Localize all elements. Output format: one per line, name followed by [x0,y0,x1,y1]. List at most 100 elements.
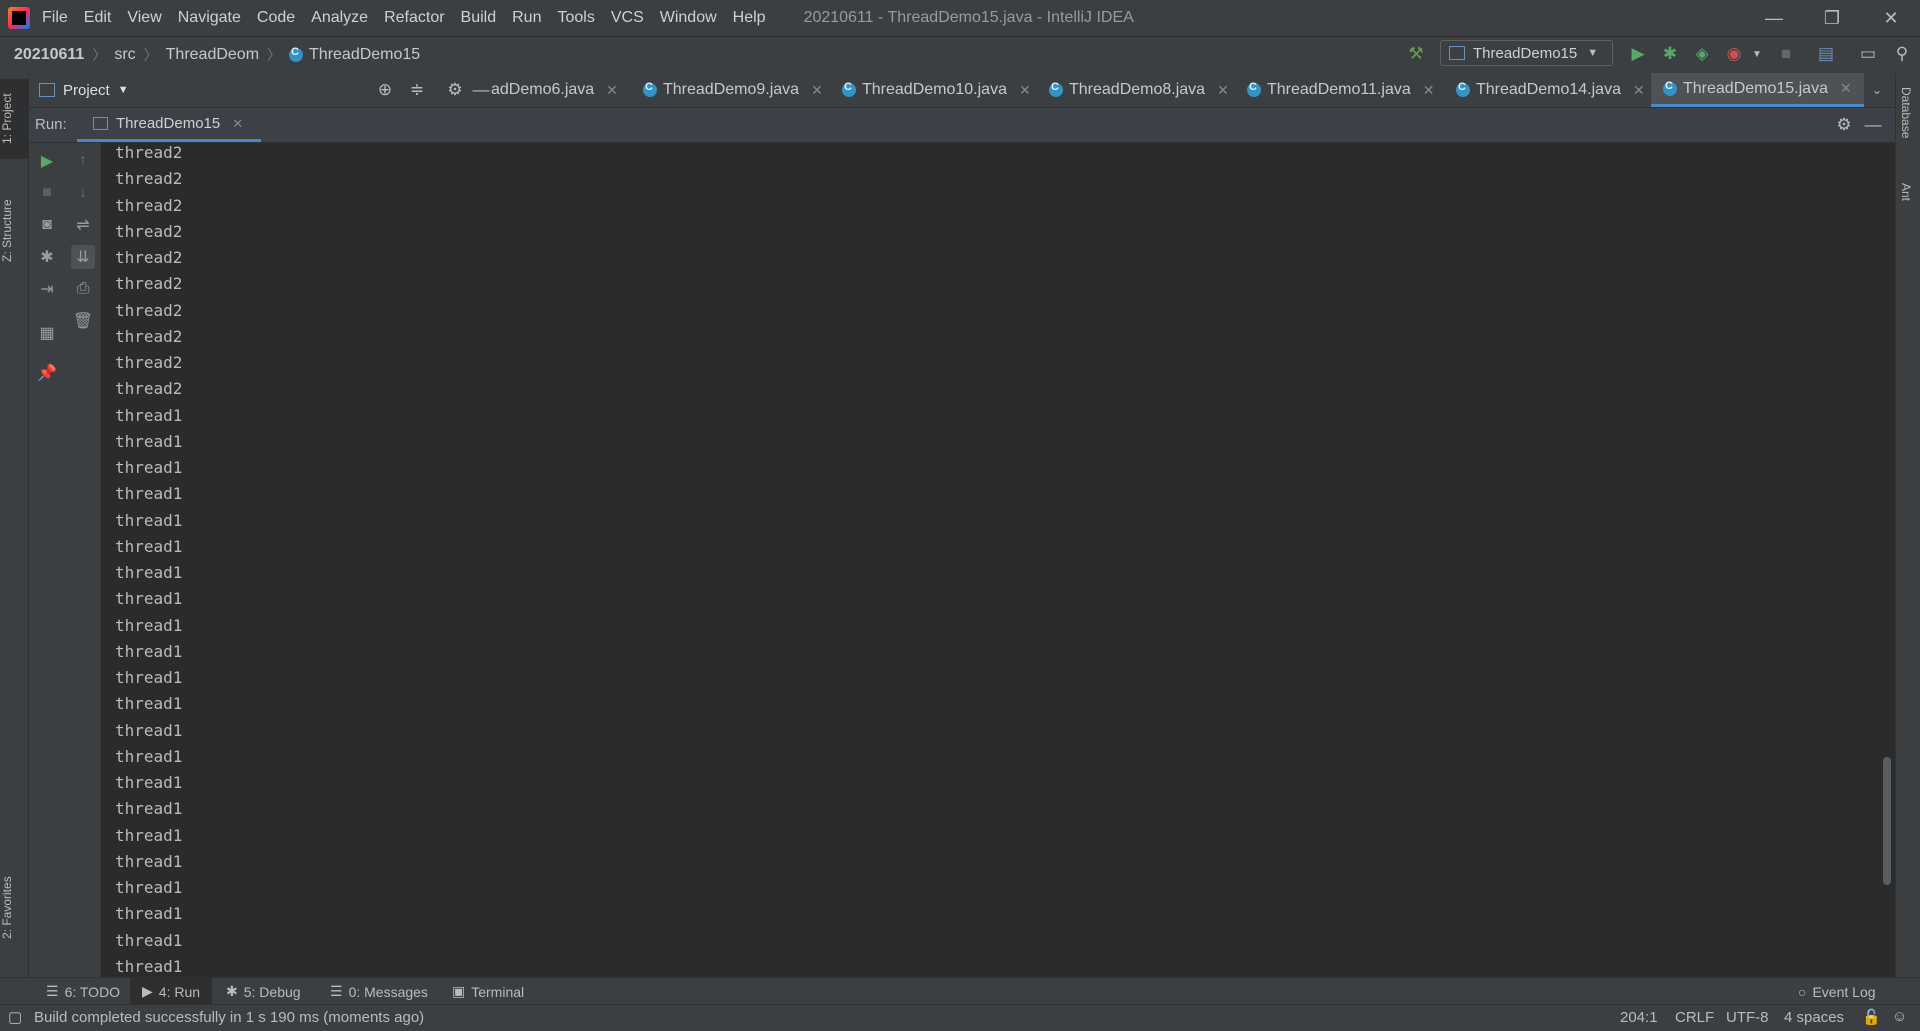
pin-icon[interactable]: 📌 [35,361,59,385]
debug-icon[interactable]: ✱ [1658,42,1682,66]
menu-build[interactable]: Build [461,9,497,27]
print-icon[interactable]: ⎙ [71,277,95,301]
intellij-logo-icon [8,7,30,29]
collapse-icon[interactable]: ≑ [405,78,429,102]
editor-tab-active[interactable]: ThreadDemo15.java ✕ [1651,73,1864,107]
menu-help[interactable]: Help [733,9,766,27]
menu-tools[interactable]: Tools [557,9,594,27]
profile-icon[interactable]: ◉ [1722,42,1746,66]
build-hammer-icon[interactable]: ⚒ [1404,42,1428,66]
close-icon[interactable]: ✕ [1840,80,1852,97]
breadcrumb-file[interactable]: ThreadDemo15 [309,46,420,64]
stop-icon[interactable]: ■ [1774,42,1798,66]
status-message: Build completed successfully in 1 s 190 … [34,1009,425,1026]
console-output[interactable]: thread2 thread2 thread2 thread2 thread2 threa… [101,143,1895,977]
messages-tool-button[interactable]: ☰ 0: Messages [330,978,428,1005]
menu-vcs[interactable]: VCS [611,9,644,27]
lock-icon[interactable]: 🔓 [1862,1008,1881,1026]
hide-icon[interactable]: — [1861,113,1885,137]
editor-tab[interactable]: ThreadDemo14.java ✕ [1456,73,1645,107]
editor-tab[interactable]: ThreadDemo10.java ✕ [842,73,1031,107]
console-line: thread1 [115,851,183,871]
restore-icon[interactable]: ❐ [1803,0,1861,36]
tabs-overflow-chevron-icon[interactable]: ⌄ [1865,78,1889,102]
todo-tool-button[interactable]: ☰ 6: TODO [40,978,126,1005]
close-window-icon[interactable]: ✕ [1862,0,1920,36]
menu-view[interactable]: View [127,9,161,27]
debug-tool-button[interactable]: ✱ 5: Debug [226,978,301,1005]
tool-tab-favorites[interactable]: 2: Favorites [0,863,28,953]
inspector-icon[interactable]: ☺ [1892,1008,1907,1025]
run-icon[interactable]: ▶ [1626,42,1650,66]
soft-wrap-icon[interactable]: ⇌ [71,213,95,237]
breadcrumb-project[interactable]: 20210611 [14,46,84,64]
locate-icon[interactable]: ⊕ [373,78,397,102]
down-arrow-icon[interactable]: ↓ [71,181,95,205]
menu-code[interactable]: Code [257,9,295,27]
gear-icon[interactable]: ⚙ [443,78,467,102]
file-encoding[interactable]: UTF-8 [1726,1009,1769,1026]
editor-tab[interactable]: ThreadDemo8.java ✕ [1049,73,1229,107]
breadcrumb-src[interactable]: src [114,46,135,64]
stop-icon[interactable]: ■ [35,181,59,205]
project-structure-icon[interactable]: ▤ [1814,42,1838,66]
chevron-down-icon: ▼ [117,84,129,96]
editor-tab[interactable]: ThreadDemo9.java ✕ [643,73,823,107]
scroll-to-end-icon[interactable]: ⇊ [71,245,95,269]
close-icon[interactable]: ✕ [811,82,823,99]
editor-tab-row: Project ▼ ⊕ ≑ ⚙ — adDemo6.java ✕ ThreadDe… [29,73,1895,108]
project-panel-header[interactable]: Project ▼ [39,73,129,107]
console-line: thread1 [115,773,183,792]
caret-position[interactable]: 204:1 [1620,1009,1658,1026]
menu-refactor[interactable]: Refactor [384,9,444,27]
event-log-button[interactable]: ○ Event Log [1798,978,1876,1005]
menu-window[interactable]: Window [660,9,717,27]
menu-file[interactable]: File [42,9,68,27]
status-panel-icon[interactable]: ▢ [8,1008,22,1026]
close-icon[interactable]: ✕ [1423,82,1435,99]
menu-edit[interactable]: Edit [84,9,112,27]
project-panel-title: Project [63,81,110,99]
menu-analyze[interactable]: Analyze [311,9,368,27]
rerun-icon[interactable]: ▶ [35,149,59,173]
trash-icon[interactable]: 🗑 [71,309,95,333]
editor-tab-label: ThreadDemo8.java [1069,81,1206,98]
scrollbar-thumb[interactable] [1883,757,1891,885]
event-log-label: Event Log [1812,983,1876,1000]
minimize-icon[interactable]: — [1745,0,1803,36]
breadcrumb-module[interactable]: ThreadDeom [166,46,259,64]
run-tool-button[interactable]: ▶ 4: Run [130,978,213,1005]
exit-icon[interactable]: ⇥ [35,277,59,301]
close-icon[interactable]: ✕ [1633,82,1645,99]
breadcrumb-separator: 〉 [267,47,282,63]
close-icon[interactable]: ✕ [232,116,243,132]
tool-tab-database[interactable]: Database [1899,87,1913,138]
close-icon[interactable]: ✕ [606,82,618,99]
camera-icon[interactable]: ◙ [35,213,59,237]
editor-tab-label: ThreadDemo9.java [663,81,800,98]
menu-navigate[interactable]: Navigate [178,9,241,27]
layout-icon[interactable]: ▭ [1856,42,1880,66]
search-icon[interactable]: ⚲ [1890,42,1914,66]
chevron-down-icon[interactable]: ▼ [1745,42,1769,66]
up-arrow-icon[interactable]: ↑ [71,149,95,173]
line-separator[interactable]: CRLF [1675,1009,1714,1026]
coverage-icon[interactable]: ◈ [1690,42,1714,66]
menu-run[interactable]: Run [512,9,541,27]
editor-tab[interactable]: ThreadDemo11.java ✕ [1247,73,1435,107]
layout-icon[interactable]: ▦ [35,321,59,345]
run-configuration-selector[interactable]: ThreadDemo15 ▼ [1440,40,1613,66]
gear-icon[interactable]: ⚙ [1832,113,1856,137]
terminal-tool-button[interactable]: ▣ Terminal [452,978,524,1005]
indent-setting[interactable]: 4 spaces [1784,1009,1844,1026]
tool-tab-project[interactable]: 1: Project [0,79,28,159]
run-tab[interactable]: ThreadDemo15 ✕ [77,108,261,142]
tool-tab-structure[interactable]: Z: Structure [0,186,28,276]
tool-tab-ant[interactable]: Ant [1899,183,1913,201]
debug-icon[interactable]: ✱ [35,245,59,269]
editor-tab-label: ThreadDemo14.java [1476,81,1621,98]
editor-tab[interactable]: adDemo6.java ✕ [491,73,618,107]
close-icon[interactable]: ✕ [1019,82,1031,99]
hide-icon[interactable]: — [469,78,493,102]
close-icon[interactable]: ✕ [1217,82,1229,99]
